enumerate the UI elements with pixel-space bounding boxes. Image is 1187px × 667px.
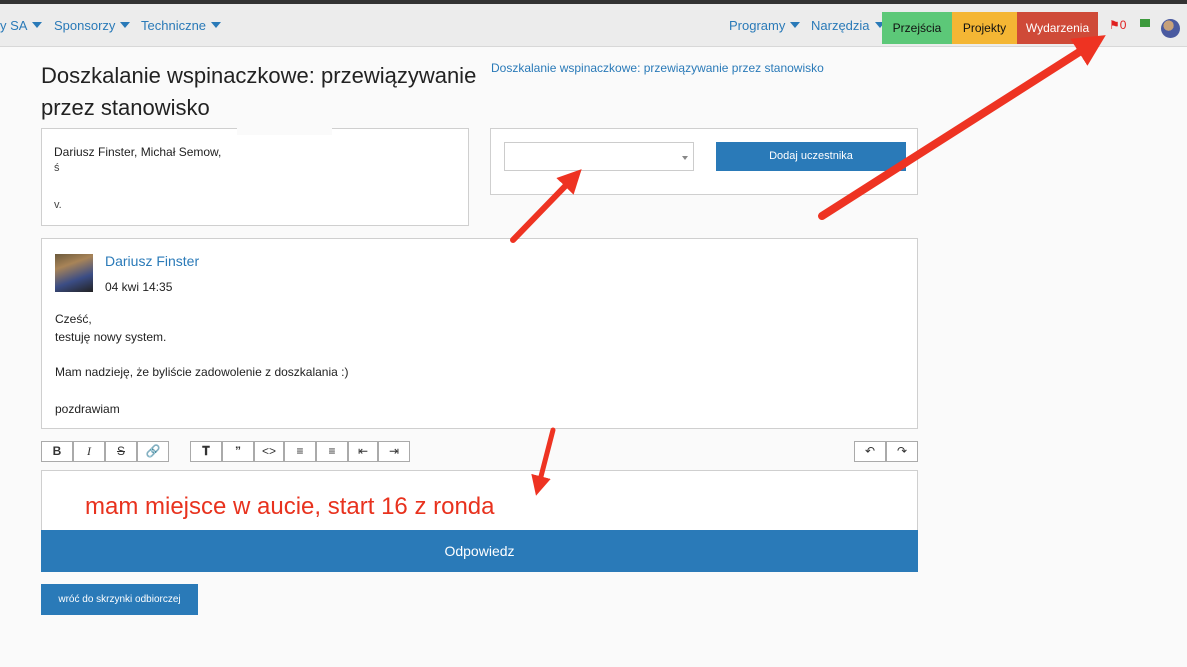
page-title: Doszkalanie wspinaczkowe: przewiązywanie… — [41, 63, 477, 120]
chevron-down-icon — [682, 156, 688, 160]
undo-icon[interactable]: ↶ — [854, 441, 886, 462]
bold-icon[interactable]: B — [41, 441, 73, 462]
add-participant-box: Dodaj uczestnika — [490, 128, 918, 195]
code-icon[interactable]: <> — [254, 441, 284, 462]
message-author[interactable]: Dariusz Finster — [105, 253, 199, 269]
editor-content[interactable]: mam miejsce w aucie, start 16 z ronda — [85, 493, 495, 521]
participant-select[interactable] — [504, 142, 694, 171]
flag-icon: ⚑ — [1109, 18, 1120, 32]
reply-button[interactable]: Odpowiedz — [41, 530, 918, 572]
bullet-list-icon[interactable]: ≡ — [284, 441, 316, 462]
quote-icon[interactable]: ” — [222, 441, 254, 462]
add-participant-button[interactable]: Dodaj uczestnika — [716, 142, 906, 171]
reply-editor[interactable]: mam miejsce w aucie, start 16 z ronda — [41, 470, 918, 530]
nav-item-techniczne[interactable]: Techniczne — [141, 18, 222, 33]
numbered-list-icon[interactable]: ≡ — [316, 441, 348, 462]
nav-item-sa[interactable]: y SA — [0, 18, 43, 33]
chevron-down-icon — [211, 22, 222, 28]
author-avatar — [55, 254, 93, 292]
heading-icon[interactable]: 𝐓 — [190, 441, 222, 462]
nav-item-narzedzia[interactable]: Narzędzia — [811, 18, 885, 33]
outdent-icon[interactable]: ⇤ — [348, 441, 378, 462]
strikethrough-icon[interactable]: S — [105, 441, 137, 462]
message-line: pozdrawiam — [55, 402, 120, 416]
chevron-down-icon — [120, 22, 131, 28]
nav-pill-projekty[interactable]: Projekty — [952, 12, 1017, 44]
italic-icon[interactable]: I — [73, 441, 105, 462]
flag-count: 0 — [1119, 18, 1127, 32]
message-line: testuję nowy system. — [55, 330, 167, 344]
participants-line: v. — [54, 199, 62, 211]
title-link[interactable]: Doszkalanie wspinaczkowe: przewiązywanie… — [491, 61, 824, 75]
nav-pill-wydarzenia[interactable]: Wydarzenia — [1017, 12, 1098, 44]
participants-box: Dariusz Finster, Michał Semow, ś v. — [41, 127, 469, 226]
top-navbar: y SA Sponsorzy Techniczne Programy Narzę… — [0, 4, 1187, 47]
nav-pill-przejscia[interactable]: Przejścia — [882, 12, 952, 44]
mail-icon[interactable] — [1140, 19, 1150, 27]
link-icon[interactable]: 🔗 — [137, 441, 169, 462]
nav-item-programy[interactable]: Programy — [729, 18, 801, 33]
nav-item-sponsorzy[interactable]: Sponsorzy — [54, 18, 131, 33]
participants-line: ś — [54, 162, 60, 174]
redo-icon[interactable]: ↷ — [886, 441, 918, 462]
participants-names: Dariusz Finster, Michał Semow, — [54, 145, 222, 159]
back-to-inbox-button[interactable]: wróć do skrzynki odbiorczej — [41, 584, 198, 615]
chevron-down-icon — [790, 22, 801, 28]
user-avatar[interactable] — [1161, 19, 1180, 38]
message-line: Cześć, — [55, 312, 92, 326]
message-card: Dariusz Finster 04 kwi 14:35 Cześć, test… — [41, 238, 918, 429]
message-date: 04 kwi 14:35 — [105, 280, 173, 294]
chevron-down-icon — [32, 22, 43, 28]
redaction — [237, 127, 332, 135]
flag-notifications[interactable]: ⚑0 — [1109, 18, 1126, 32]
indent-icon[interactable]: ⇥ — [378, 441, 410, 462]
message-line: Mam nadzieję, że byliście zadowolenie z … — [55, 365, 349, 379]
